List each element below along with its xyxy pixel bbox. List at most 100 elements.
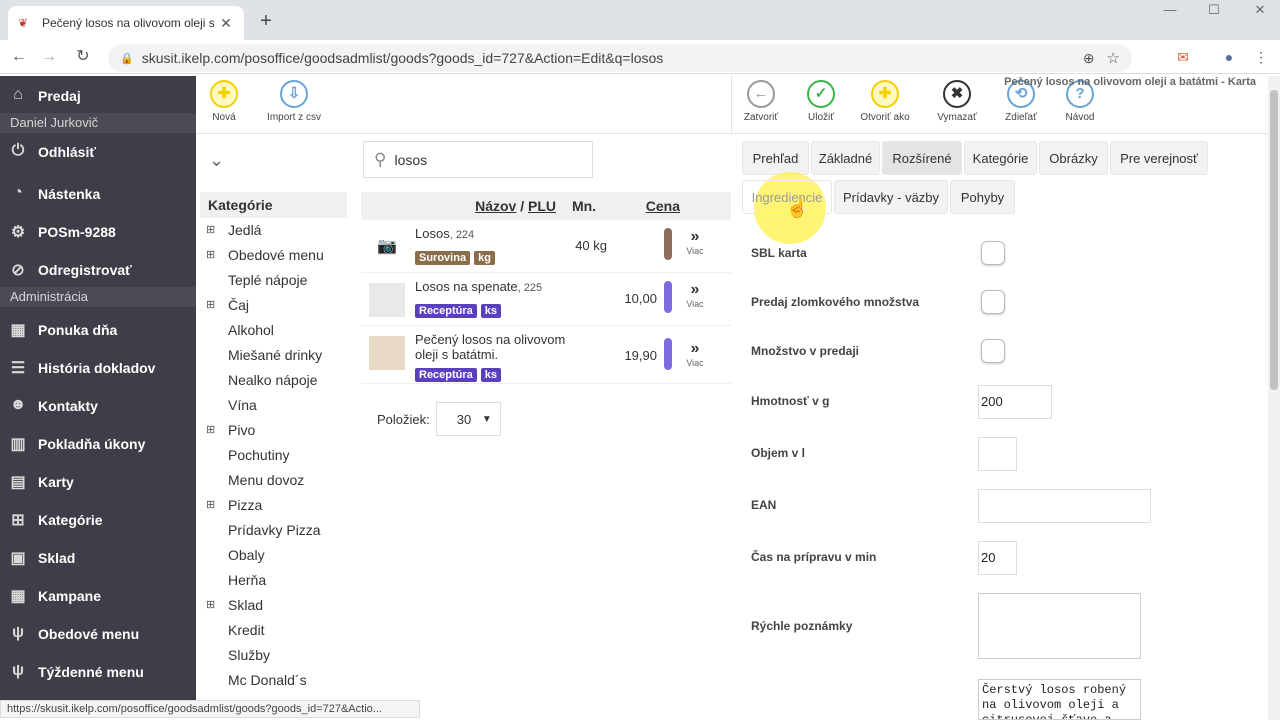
category-item[interactable]: Teplé nápoje (200, 268, 347, 293)
profile-avatar-icon[interactable]: ● (1218, 47, 1240, 67)
close-window-icon[interactable]: ✕ (1250, 2, 1270, 18)
close-tab-icon[interactable]: ✕ (218, 15, 234, 32)
sort-price-link[interactable]: Cena (612, 198, 680, 214)
forward-icon[interactable]: → (38, 46, 60, 68)
ean-field[interactable] (978, 489, 1151, 523)
expand-icon[interactable]: ⊞ (206, 293, 215, 318)
product-row[interactable]: 📷 Losos, 224 Surovina kg 40 kg » Viac (361, 220, 731, 273)
sidebar-item-karty[interactable]: ▤ Karty (0, 464, 196, 500)
category-item[interactable]: Vína (200, 393, 347, 418)
open-as-button[interactable]: ✚ Otvoriť ako (845, 80, 925, 123)
sidebar-item-historia[interactable]: ☰ História dokladov (0, 350, 196, 386)
expand-icon[interactable]: ⊞ (206, 593, 215, 618)
mail-extension-icon[interactable]: ✉ (1172, 47, 1194, 67)
category-item[interactable]: Prídavky Pizza (200, 518, 347, 543)
sidebar-item-odhlasit[interactable]: ⏻ Odhlásiť (0, 134, 196, 170)
category-item[interactable]: Služby (200, 643, 347, 668)
tab-pridavky[interactable]: Prídavky - väzby (834, 180, 948, 214)
category-item[interactable]: Menu dovoz (200, 468, 347, 493)
browser-tab-strip: ❦ Pečený losos na olivovom oleji s b ✕ +… (0, 0, 1280, 40)
collapse-chevron-icon[interactable]: ⌄ (209, 150, 224, 171)
product-list-header: Názov / PLU Mn. Cena (361, 192, 731, 220)
category-item[interactable]: Herňa (200, 568, 347, 593)
category-item[interactable]: Kredit (200, 618, 347, 643)
sidebar-item-odregistrovat[interactable]: ⊘ Odregistrovať (0, 252, 196, 288)
bookmark-star-icon[interactable]: ☆ (1107, 49, 1120, 67)
tab-prehlad[interactable]: Prehľad (742, 141, 809, 175)
sidebar-item-pokladna[interactable]: ▥ Pokladňa úkony (0, 426, 196, 462)
prep-time-field[interactable]: 20 (978, 541, 1017, 575)
tab-rozsirene[interactable]: Rozšírené (882, 141, 962, 175)
check-icon: ✓ (807, 80, 835, 108)
browser-tab[interactable]: ❦ Pečený losos na olivovom oleji s b ✕ (8, 6, 244, 40)
dashboard-icon: ◔ (13, 184, 23, 201)
sidebar-item-tyzdenne[interactable]: ψ Týždenné menu (0, 654, 196, 690)
category-label: Sklad (228, 597, 264, 613)
expand-icon[interactable]: ⊞ (206, 218, 215, 243)
category-item[interactable]: Nealko nápoje (200, 368, 347, 393)
tab-kategorie[interactable]: Kategórie (964, 141, 1037, 175)
sidebar-section-admin: Administrácia (0, 287, 196, 307)
tab-zakladne[interactable]: Základné (811, 141, 880, 175)
search-input[interactable]: ⚲ losos (363, 141, 593, 178)
minimize-icon[interactable]: — (1160, 2, 1180, 17)
back-icon[interactable]: ← (8, 46, 30, 68)
color-bar (664, 281, 672, 313)
import-icon: ⇩ (280, 80, 308, 108)
browser-menu-icon[interactable]: ⋮ (1250, 47, 1272, 67)
tab-verejnost[interactable]: Pre verejnosť (1110, 141, 1208, 175)
maximize-icon[interactable]: ☐ (1204, 2, 1224, 18)
expand-icon[interactable]: ⊞ (206, 418, 215, 443)
more-button[interactable]: » Viac (683, 281, 707, 309)
fraction-label: Predaj zlomkového množstva (751, 295, 920, 309)
category-item[interactable]: Pochutiny (200, 443, 347, 468)
page-scrollbar[interactable] (1268, 76, 1280, 720)
category-item[interactable]: Mc Donald´s (200, 668, 347, 693)
volume-field[interactable] (978, 437, 1017, 471)
import-csv-button[interactable]: ⇩ Import z csv (254, 80, 334, 123)
category-item[interactable]: ⊞ Sklad (200, 593, 347, 618)
description-textarea[interactable]: Čerstvý losos robený na olivovom oleji a… (978, 679, 1141, 720)
address-bar[interactable]: 🔒 skusit.ikelp.com/posoffice/goodsadmlis… (108, 44, 1132, 72)
tab-pohyby[interactable]: Pohyby (950, 180, 1015, 214)
sidebar-item-kategorie[interactable]: ⊞ Kategórie (0, 502, 196, 538)
product-row[interactable]: Losos na spenate, 225 Receptúra ks 10,00 … (361, 273, 731, 326)
sidebar-item-sklad[interactable]: ▣ Sklad (0, 540, 196, 576)
sidebar-item-kontakty[interactable]: ☻ Kontakty (0, 388, 196, 424)
sort-name-link[interactable]: Názov (475, 198, 516, 214)
sidebar-item-ponuka[interactable]: ▦ Ponuka dňa (0, 312, 196, 348)
more-button[interactable]: » Viac (683, 340, 707, 368)
expand-icon[interactable]: ⊞ (206, 243, 215, 268)
expand-icon[interactable]: ⊞ (206, 493, 215, 518)
category-item[interactable]: ⊞ Jedlá (200, 218, 347, 243)
sidebar-item-nastenka[interactable]: ◔ Nástenka (0, 176, 196, 212)
category-item[interactable]: ⊞ Pivo (200, 418, 347, 443)
weight-label: Hmotnosť v g (751, 394, 830, 408)
weight-field[interactable]: 200 (978, 385, 1052, 419)
category-item[interactable]: ⊞ Obedové menu (200, 243, 347, 268)
reload-icon[interactable]: ↻ (72, 46, 94, 68)
new-button[interactable]: ✚ Nová (184, 80, 264, 123)
category-item[interactable]: ⊞ Čaj (200, 293, 347, 318)
product-row[interactable]: Pečený losos na olivovom oleji s batátmi… (361, 326, 731, 384)
new-tab-icon[interactable]: + (256, 10, 276, 33)
tab-obrazky[interactable]: Obrázky (1039, 141, 1108, 175)
scrollbar-thumb[interactable] (1270, 90, 1278, 390)
quantity-checkbox[interactable] (981, 339, 1005, 363)
sort-plu-link[interactable]: PLU (528, 198, 556, 214)
sidebar-item-kampane[interactable]: ▦ Kampane (0, 578, 196, 614)
sbl-checkbox[interactable] (981, 241, 1005, 265)
notes-textarea[interactable] (978, 593, 1141, 659)
sidebar-item-posm[interactable]: ⚙ POSm-9288 (0, 214, 196, 250)
fraction-checkbox[interactable] (981, 290, 1005, 314)
install-icon[interactable]: ⊕ (1083, 50, 1095, 67)
category-item[interactable]: Obaly (200, 543, 347, 568)
sidebar-item-label: Kategórie (38, 512, 103, 528)
category-item[interactable]: Alkohol (200, 318, 347, 343)
sidebar-item-predaj[interactable]: ⌂ Predaj (0, 78, 196, 114)
category-item[interactable]: Miešané drinky (200, 343, 347, 368)
sidebar-item-obedove[interactable]: ψ Obedové menu (0, 616, 196, 652)
category-item[interactable]: ⊞ Pizza (200, 493, 347, 518)
more-button[interactable]: » Viac (683, 228, 707, 256)
page-size-select[interactable]: 30 ▼ (435, 402, 501, 436)
